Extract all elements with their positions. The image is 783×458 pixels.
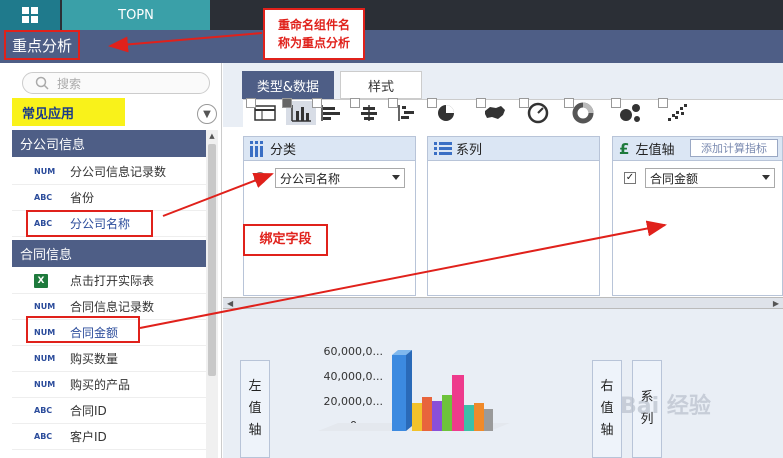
annotation-arrows — [108, 32, 667, 329]
arrow-to-left-axis — [139, 220, 667, 329]
arrow-to-title — [108, 32, 263, 53]
arrow-to-category — [162, 173, 274, 217]
